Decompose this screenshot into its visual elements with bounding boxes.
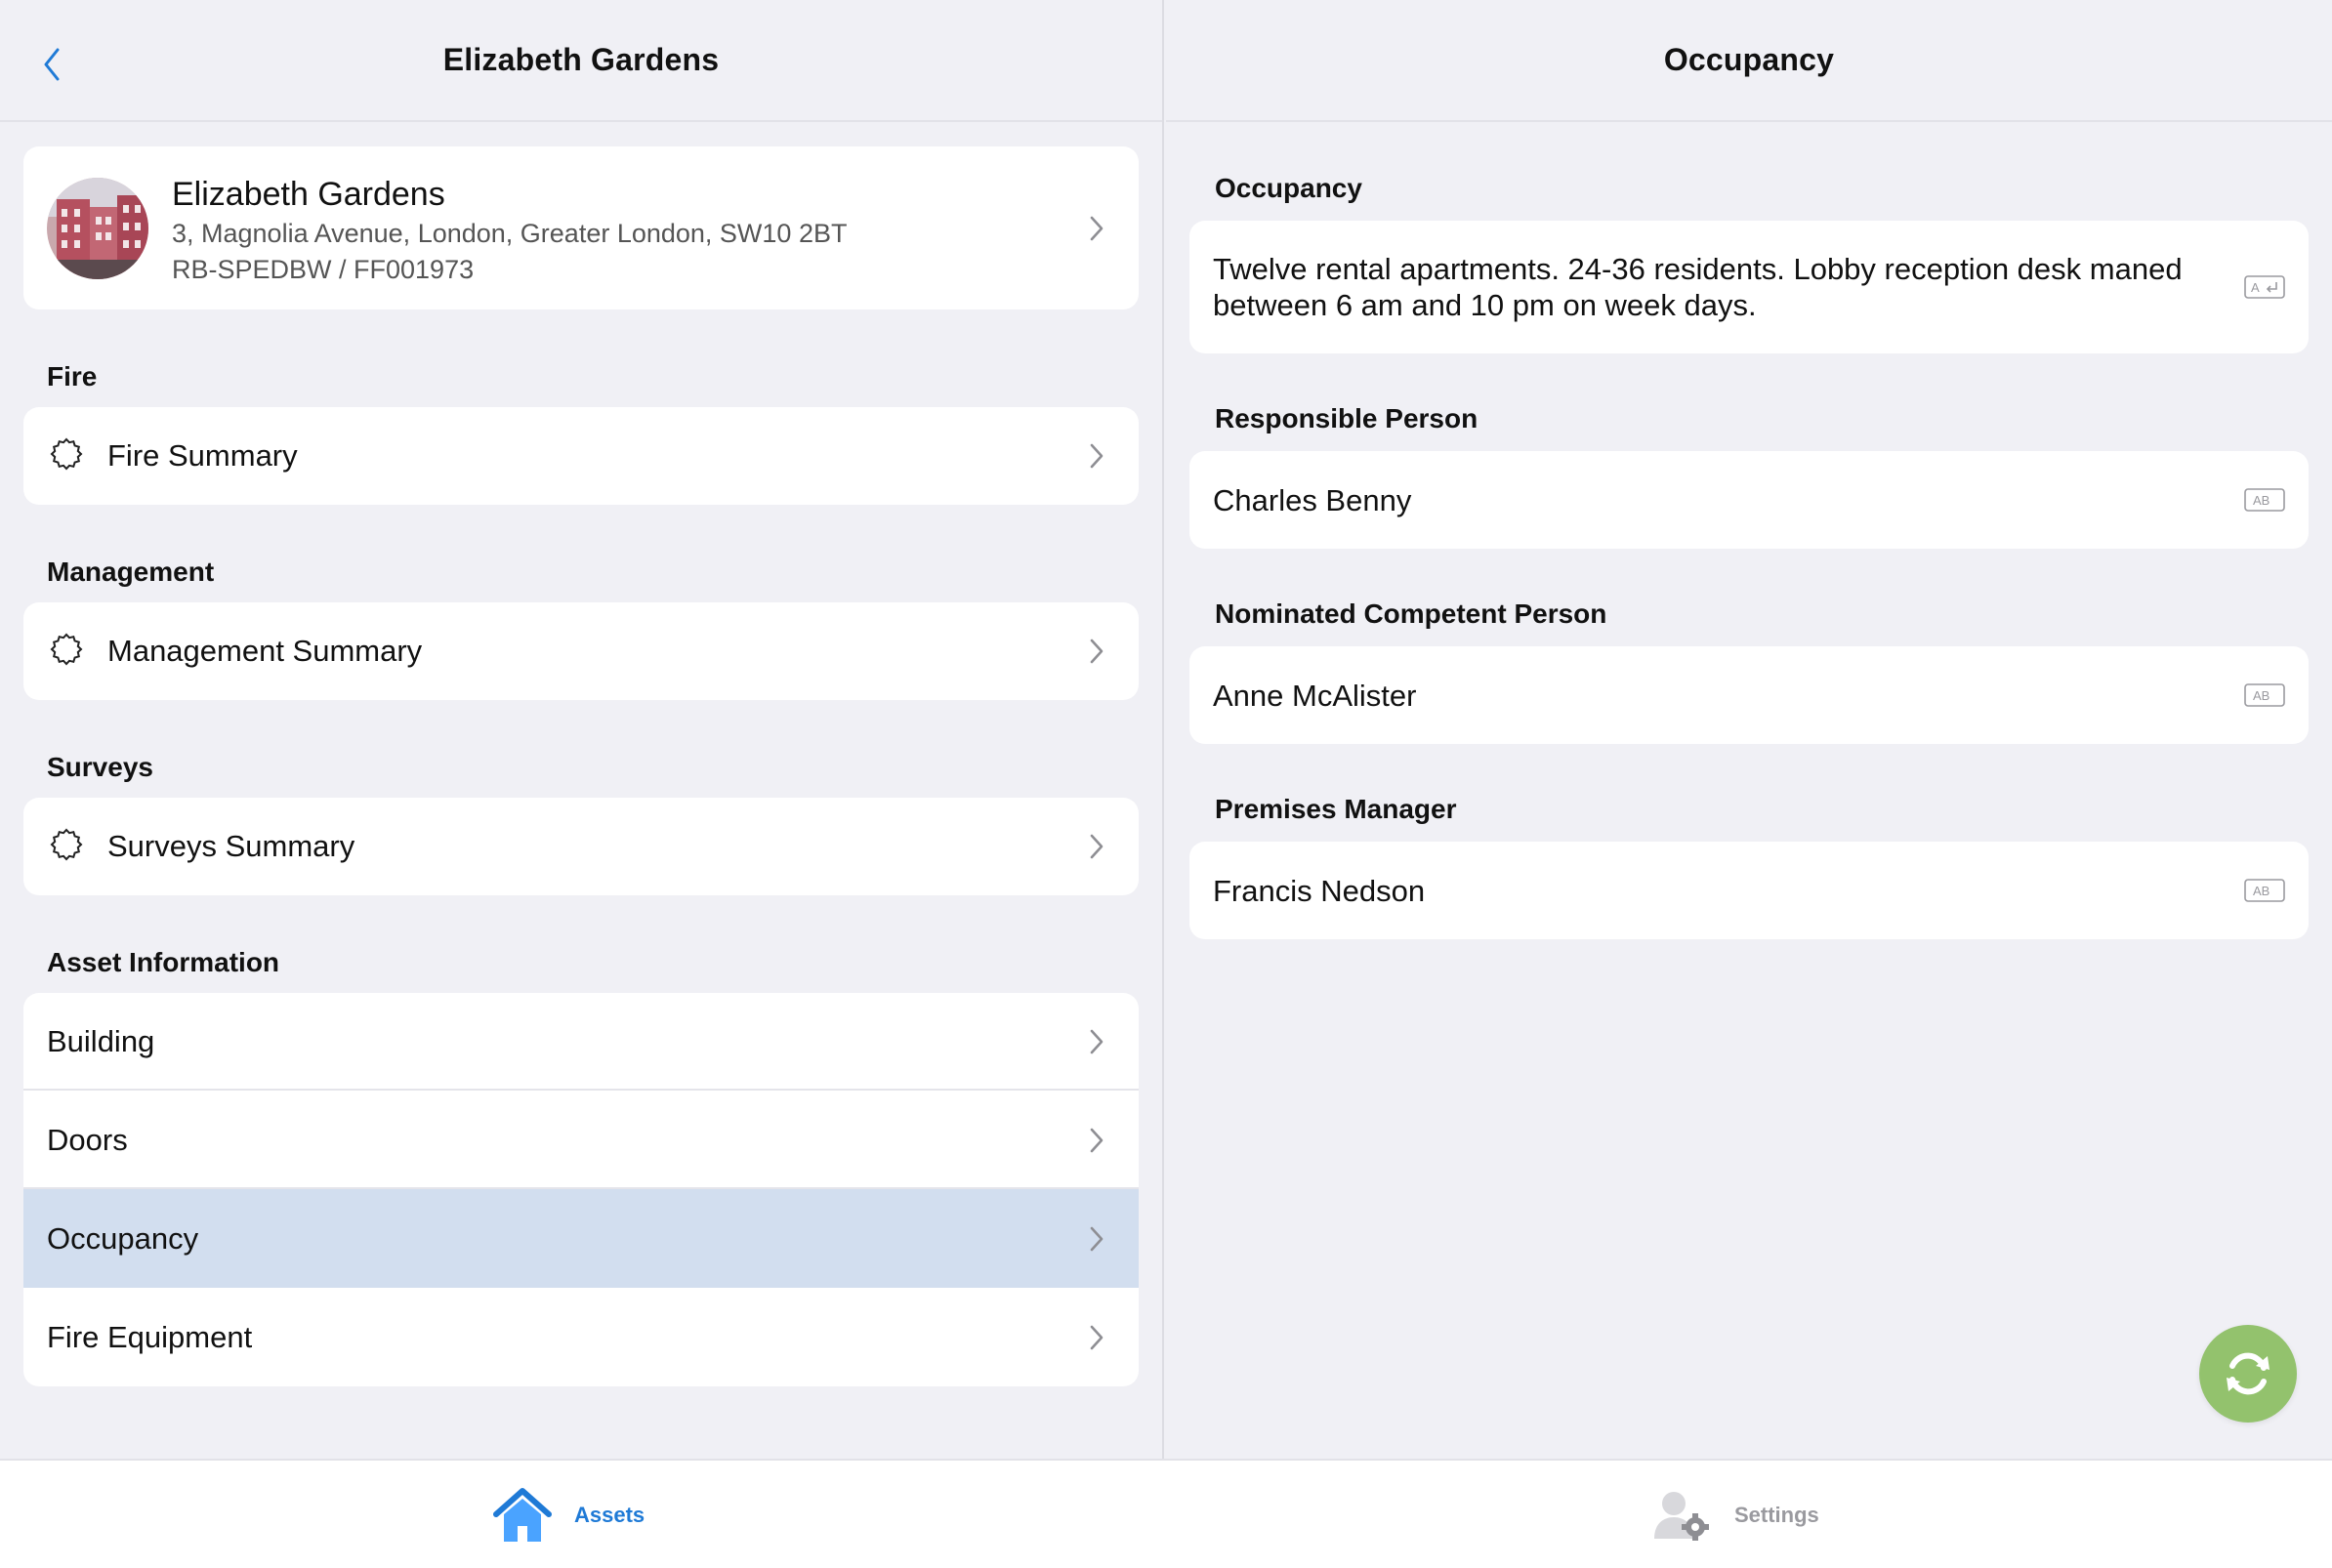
nominated-competent-person-value: Anne McAlister: [1213, 678, 1417, 713]
svg-text:AB: AB: [2253, 688, 2270, 703]
section-header-management: Management: [47, 557, 215, 587]
field-label-occupancy: Occupancy: [1215, 173, 1362, 203]
text-field-icon: AB: [2244, 488, 2285, 512]
chevron-left-icon: [44, 48, 60, 81]
text-field-icon: AB: [2244, 879, 2285, 902]
surveys-card: Surveys Summary: [23, 798, 1139, 895]
house-icon: [493, 1488, 552, 1542]
fire-summary-label: Fire Summary: [107, 438, 298, 473]
chevron-right-icon: [1090, 1128, 1104, 1152]
management-card: Management Summary: [23, 602, 1139, 700]
chevron-right-icon: [1090, 1325, 1104, 1349]
detail-title: Occupancy: [1663, 42, 1835, 77]
asset-reference: RB-SPEDBW / FF001973: [172, 255, 475, 284]
section-header-asset-information: Asset Information: [47, 947, 280, 977]
list-item-label: Occupancy: [47, 1220, 199, 1256]
nominated-competent-person-field[interactable]: Anne McAlister AB: [1189, 646, 2309, 744]
chevron-right-icon: [1090, 1226, 1104, 1251]
chevron-right-icon: [1090, 1029, 1104, 1054]
asset-information-card: Building Doors Occupancy Fire Equipment: [23, 993, 1139, 1386]
surveys-summary-row[interactable]: Surveys Summary: [23, 798, 1139, 895]
fire-card: Fire Summary: [23, 407, 1139, 505]
section-header-surveys: Surveys: [47, 752, 153, 782]
pending-badge-icon: [50, 828, 83, 861]
list-item-building[interactable]: Building: [23, 993, 1139, 1091]
master-navbar: Elizabeth Gardens: [0, 0, 1162, 122]
tab-bar: Assets Settings: [0, 1459, 2332, 1568]
asset-name: Elizabeth Gardens: [172, 176, 445, 213]
asset-photo: [47, 178, 148, 279]
chevron-right-icon: [1090, 639, 1104, 664]
asset-address: 3, Magnolia Avenue, London, Greater Lond…: [172, 219, 848, 248]
detail-navbar: Occupancy: [1166, 0, 2332, 122]
list-item-label: Building: [47, 1024, 155, 1058]
svg-text:A: A: [2251, 280, 2260, 295]
master-pane: Elizabeth Gardens Elizabeth Gardens 3, M…: [0, 0, 1164, 1459]
surveys-summary-label: Surveys Summary: [107, 829, 355, 863]
field-label-premises-manager: Premises Manager: [1215, 794, 1457, 824]
premises-manager-value: Francis Nedson: [1213, 873, 1426, 908]
management-summary-label: Management Summary: [107, 634, 423, 668]
pending-badge-icon: [50, 633, 83, 666]
tab-assets[interactable]: Assets: [492, 1461, 645, 1568]
chevron-right-icon: [1090, 443, 1104, 469]
pending-badge-icon: [50, 437, 83, 471]
premises-manager-field[interactable]: Francis Nedson AB: [1189, 842, 2309, 939]
sync-button[interactable]: [2199, 1325, 2297, 1423]
section-header-fire: Fire: [47, 361, 98, 392]
list-item-label: Fire Equipment: [47, 1319, 253, 1354]
svg-text:AB: AB: [2253, 884, 2270, 898]
svg-text:AB: AB: [2253, 493, 2270, 508]
asset-card[interactable]: Elizabeth Gardens 3, Magnolia Avenue, Lo…: [23, 146, 1139, 309]
responsible-person-field[interactable]: Charles Benny AB: [1189, 451, 2309, 549]
list-item-label: Doors: [47, 1122, 128, 1157]
occupancy-value: Twelve rental apartments. 24-36 resident…: [1213, 252, 2183, 322]
list-item-fire-equipment[interactable]: Fire Equipment: [23, 1288, 1139, 1386]
occupancy-text-area[interactable]: Twelve rental apartments. 24-36 resident…: [1189, 221, 2309, 353]
tab-assets-label: Assets: [574, 1503, 645, 1527]
user-gear-icon: [1654, 1492, 1709, 1541]
master-title: Elizabeth Gardens: [442, 42, 720, 77]
tab-settings-label: Settings: [1734, 1503, 1819, 1527]
multiline-text-icon: A: [2244, 275, 2285, 299]
tab-settings[interactable]: Settings: [1650, 1461, 1819, 1568]
responsible-person-value: Charles Benny: [1213, 482, 1412, 517]
list-item-occupancy[interactable]: Occupancy: [23, 1189, 1139, 1288]
list-item-doors[interactable]: Doors: [23, 1091, 1139, 1189]
sync-icon: [2227, 1352, 2270, 1395]
chevron-right-icon: [1090, 216, 1104, 241]
field-label-responsible-person: Responsible Person: [1215, 403, 1478, 433]
chevron-right-icon: [1090, 834, 1104, 859]
back-button[interactable]: [37, 43, 66, 86]
fire-summary-row[interactable]: Fire Summary: [23, 407, 1139, 505]
detail-pane: Occupancy Occupancy Twelve rental apartm…: [1166, 0, 2332, 1459]
text-field-icon: AB: [2244, 683, 2285, 707]
management-summary-row[interactable]: Management Summary: [23, 602, 1139, 700]
field-label-nominated-competent-person: Nominated Competent Person: [1215, 598, 1607, 629]
